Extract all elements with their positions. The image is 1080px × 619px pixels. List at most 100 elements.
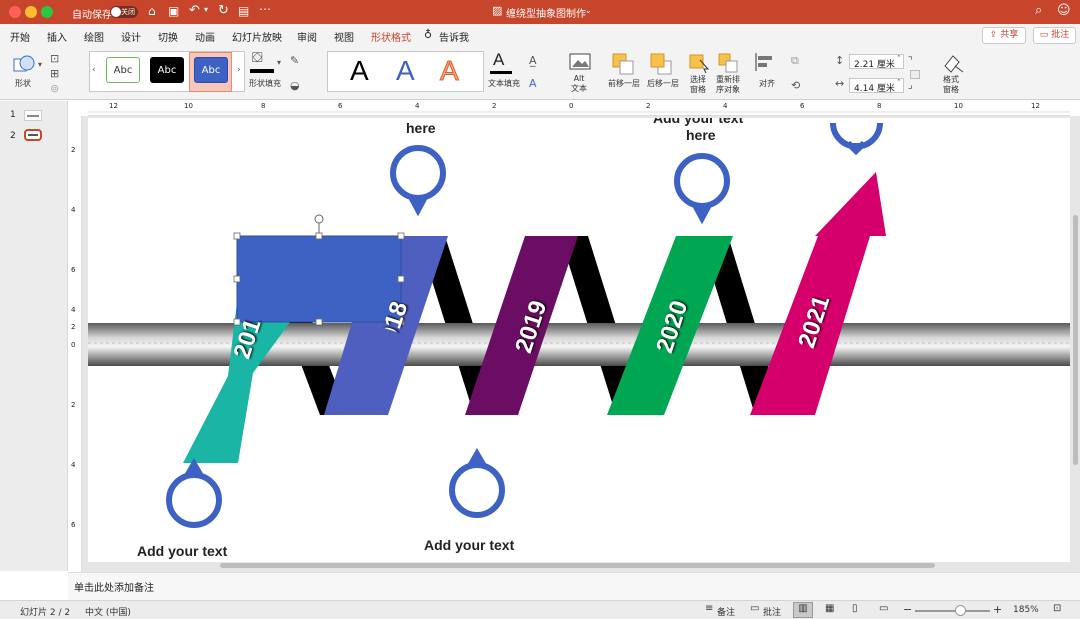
document-title: 缠绕型抽象图制作 xyxy=(506,9,586,20)
zoom-out-icon[interactable]: − xyxy=(903,603,912,616)
text-fill-icon[interactable]: A xyxy=(493,50,504,70)
tab-view[interactable]: 视图 xyxy=(334,29,354,44)
redo-icon[interactable]: ↻ xyxy=(218,3,229,18)
style-sample-outline[interactable]: Abc xyxy=(106,57,140,83)
autosave-toggle[interactable]: 关闭 xyxy=(110,6,138,18)
slideshow-icon[interactable]: ▤ xyxy=(238,4,249,18)
gallery-prev-icon[interactable]: ‹ xyxy=(92,65,96,75)
edit-shape-icon[interactable]: ⊡ xyxy=(50,52,59,65)
slide-sorter-icon[interactable]: ▦ xyxy=(825,603,834,614)
shape-effects-icon[interactable]: ◒ xyxy=(290,79,300,92)
alt-text-icon[interactable] xyxy=(569,52,591,72)
zoom-slider-thumb[interactable] xyxy=(955,605,966,616)
alt-text-label: Alt 文本 xyxy=(571,74,587,93)
style-sample-blue[interactable]: Abc xyxy=(194,57,228,83)
minimize-window-button[interactable] xyxy=(25,6,37,18)
slide-thumbnail-1[interactable] xyxy=(24,110,42,121)
text-effects-icon[interactable]: A xyxy=(529,77,537,90)
tab-home[interactable]: 开始 xyxy=(10,29,30,44)
zoom-in-icon[interactable]: + xyxy=(993,603,1002,616)
slide-canvas[interactable]: 201 2018 2019 2020 2021 here Add your te… xyxy=(88,118,1070,562)
wordart-orange-sample[interactable]: A xyxy=(440,55,460,87)
shape-icon[interactable] xyxy=(12,53,36,77)
width-stepper-icon[interactable]: ⌃ xyxy=(896,78,902,86)
save-icon[interactable]: ▣ xyxy=(168,4,179,18)
lock-aspect-icon[interactable] xyxy=(910,70,920,79)
language-indicator[interactable]: 中文 (中国) xyxy=(85,605,131,618)
tab-animations[interactable]: 动画 xyxy=(195,29,215,44)
notes-pane[interactable]: 单击此处添加备注 xyxy=(68,572,1080,600)
tab-design[interactable]: 设计 xyxy=(121,29,141,44)
slide-thumbnail-2[interactable] xyxy=(24,129,42,141)
zoom-level[interactable]: 185% xyxy=(1013,605,1039,615)
tab-tell-me[interactable]: 告诉我 xyxy=(439,29,469,44)
paint-bucket-icon[interactable]: ⛋ xyxy=(252,50,263,66)
shape-label: 形状 xyxy=(15,79,31,88)
comments-button[interactable]: ▭ 批注 xyxy=(1033,27,1076,44)
share-label: 共享 xyxy=(1000,30,1019,40)
more-icon[interactable]: ⋯ xyxy=(259,2,271,16)
vruler-tick-label: 4 xyxy=(71,206,76,214)
format-pane-icon[interactable] xyxy=(941,52,965,74)
tab-insert[interactable]: 插入 xyxy=(47,29,67,44)
ppt-file-icon: ▨ xyxy=(492,4,503,17)
vertical-ruler: 2 4 6 4 2 0 2 4 6 xyxy=(68,116,82,572)
merge-shapes-icon[interactable]: ⊚ xyxy=(50,82,59,95)
autosave-toggle-label: 关闭 xyxy=(121,8,135,16)
undo-icon[interactable]: ↶ xyxy=(189,3,200,18)
group-icon[interactable]: ⧉ xyxy=(791,54,799,68)
comments-toggle[interactable]: 批注 xyxy=(763,605,781,618)
crop-icon[interactable]: ⌝ xyxy=(908,56,913,67)
bring-forward-label: 前移一层 xyxy=(608,79,640,88)
height-stepper-icon[interactable]: ⌃ xyxy=(896,54,902,62)
normal-view-icon[interactable]: ▥ xyxy=(793,602,813,618)
tab-slideshow[interactable]: 幻灯片放映 xyxy=(232,29,282,44)
presenter-view-icon[interactable]: ▭ xyxy=(879,603,888,614)
lightbulb-icon: ♁ xyxy=(424,28,433,41)
horizontal-scrollbar[interactable] xyxy=(220,563,935,568)
undo-dropdown-icon[interactable]: ▾ xyxy=(204,5,208,14)
wordart-blue-sample[interactable]: A xyxy=(396,55,415,87)
ruler-tick-label: 8 xyxy=(261,102,266,110)
comments-status-icon[interactable]: ▭ xyxy=(750,603,759,614)
search-icon[interactable]: ⌕ xyxy=(1035,3,1042,18)
account-icon[interactable]: ☺ xyxy=(1057,3,1071,18)
share-button[interactable]: ⇪ 共享 xyxy=(982,27,1026,44)
bottom-left-text: Add your text xyxy=(137,543,228,559)
zoom-slider-track[interactable] xyxy=(915,610,990,612)
vertical-scrollbar[interactable] xyxy=(1073,215,1078,465)
reorder-objects-icon[interactable] xyxy=(717,52,741,74)
fill-dropdown-icon[interactable]: ▾ xyxy=(277,58,281,67)
bring-forward-icon[interactable] xyxy=(611,52,635,76)
rotate-handle[interactable] xyxy=(314,214,324,224)
reading-view-icon[interactable]: ▯ xyxy=(852,603,858,614)
pin-top-right xyxy=(674,153,730,225)
text-outline-icon[interactable]: A̲ xyxy=(529,54,537,67)
tab-draw[interactable]: 绘图 xyxy=(84,29,104,44)
text-box-icon[interactable]: ⊞ xyxy=(50,67,59,80)
zoom-window-button[interactable] xyxy=(41,6,53,18)
wordart-black-sample[interactable]: A xyxy=(350,55,369,87)
selected-rectangle[interactable] xyxy=(236,235,402,323)
vruler-tick-label: 4 xyxy=(71,306,76,314)
ruler-tick-label: 2 xyxy=(646,102,651,110)
close-window-button[interactable] xyxy=(9,6,21,18)
send-backward-icon[interactable] xyxy=(649,52,673,76)
rotate-icon[interactable]: ⟲ xyxy=(791,79,800,92)
notes-icon[interactable]: ≡ xyxy=(705,603,713,614)
shape-outline-icon[interactable]: ✎ xyxy=(290,54,299,67)
home-icon[interactable]: ⌂ xyxy=(148,4,156,18)
style-sample-black[interactable]: Abc xyxy=(150,57,184,83)
size-launcher-icon[interactable]: ⌟ xyxy=(908,80,913,91)
gallery-next-icon[interactable]: › xyxy=(237,65,241,75)
selection-pane-icon[interactable] xyxy=(688,52,712,74)
fit-to-window-icon[interactable]: ⊡ xyxy=(1053,603,1061,614)
tab-transitions[interactable]: 切换 xyxy=(158,29,178,44)
ruler-tick-label: 6 xyxy=(338,102,343,110)
title-chevron-icon[interactable]: ⌄ xyxy=(585,6,592,15)
reorder-objects-label: 重新排 序对象 xyxy=(716,75,740,94)
align-icon[interactable] xyxy=(754,52,776,72)
notes-toggle[interactable]: 备注 xyxy=(717,605,735,618)
tab-review[interactable]: 审阅 xyxy=(297,29,317,44)
shape-dropdown-icon[interactable]: ▾ xyxy=(38,60,42,69)
